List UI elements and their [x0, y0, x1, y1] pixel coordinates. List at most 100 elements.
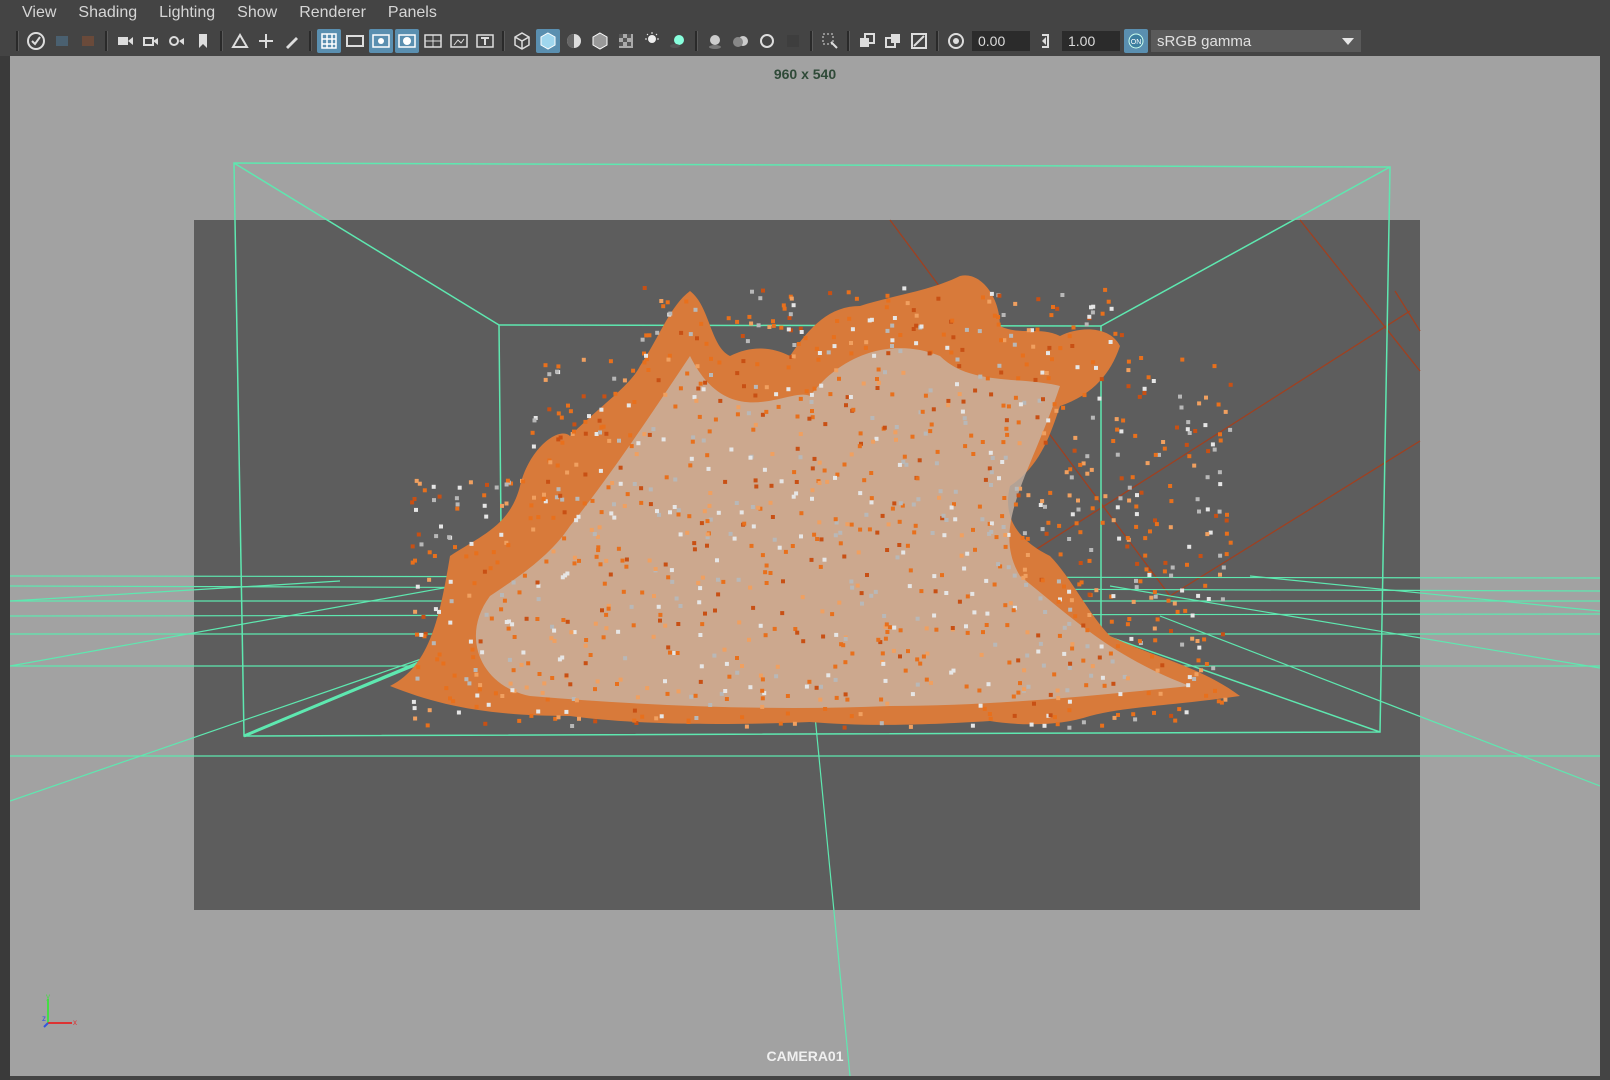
particle: [894, 425, 899, 429]
xray-active-components-icon[interactable]: [881, 29, 905, 53]
isolate-select-icon[interactable]: [818, 29, 842, 53]
menu-shading[interactable]: Shading: [67, 0, 148, 26]
safe-action-icon[interactable]: [447, 29, 471, 53]
bookmark-icon[interactable]: [76, 29, 100, 53]
particle: [1152, 590, 1157, 594]
particle: [692, 541, 697, 546]
camera-icon[interactable]: [113, 29, 137, 53]
exposure-icon[interactable]: [944, 29, 968, 53]
grease-pencil-icon[interactable]: [280, 29, 304, 53]
particle: [647, 333, 652, 338]
view-transform-dropdown[interactable]: sRGB gamma: [1151, 30, 1361, 52]
particle: [529, 503, 534, 508]
particle: [812, 386, 817, 391]
particle: [842, 554, 847, 559]
particle: [1100, 520, 1105, 525]
shadows-icon[interactable]: [666, 29, 690, 53]
particle: [1153, 452, 1158, 457]
camera-attr-icon[interactable]: [165, 29, 189, 53]
particle: [1085, 628, 1090, 633]
film-gate-icon[interactable]: [343, 29, 367, 53]
field-chart-icon[interactable]: [421, 29, 445, 53]
particle: [1062, 625, 1067, 630]
anti-aliasing-icon[interactable]: [755, 29, 779, 53]
gamma-icon[interactable]: [1034, 29, 1058, 53]
menu-panels[interactable]: Panels: [377, 0, 448, 26]
particle: [774, 392, 779, 397]
particle: [972, 610, 977, 615]
particle: [826, 673, 831, 678]
particle: [652, 594, 656, 598]
particle: [908, 724, 913, 729]
wireframe-icon[interactable]: [510, 29, 534, 53]
lights-icon[interactable]: [640, 29, 664, 53]
particle: [1040, 578, 1045, 583]
smooth-shade-icon[interactable]: [536, 29, 560, 53]
gamma-field[interactable]: 1.00: [1062, 31, 1120, 51]
exposure-field[interactable]: 0.00: [972, 31, 1030, 51]
particle: [658, 612, 663, 617]
particle: [898, 654, 902, 659]
particle: [1035, 327, 1040, 332]
particle: [985, 376, 990, 381]
gate-mask-icon[interactable]: [395, 29, 419, 53]
particle: [524, 685, 529, 690]
camera-attributes-icon[interactable]: [50, 29, 74, 53]
particle: [647, 558, 652, 563]
depth-of-field-icon[interactable]: [781, 29, 805, 53]
color-management-toggle-icon[interactable]: ON: [1124, 29, 1148, 53]
motion-blur-icon[interactable]: [729, 29, 753, 53]
particle: [1056, 696, 1061, 701]
particle: [875, 530, 880, 535]
lock-camera-icon[interactable]: [139, 29, 163, 53]
particle: [921, 654, 926, 659]
screen-space-ao-icon[interactable]: [703, 29, 727, 53]
2d-pan-zoom-icon[interactable]: [254, 29, 278, 53]
particle: [910, 434, 915, 439]
particle: [883, 370, 887, 375]
particle: [923, 393, 928, 398]
menu-show[interactable]: Show: [226, 0, 288, 26]
3d-viewport[interactable]: 960 x 540 y z x CAMERA01: [10, 56, 1600, 1076]
particle: [1070, 646, 1075, 651]
particle: [1067, 699, 1072, 704]
xray-icon[interactable]: [855, 29, 879, 53]
particle: [822, 557, 827, 562]
particle: [653, 567, 658, 571]
menu-lighting[interactable]: Lighting: [148, 0, 226, 26]
xray-joints-icon[interactable]: [907, 29, 931, 53]
particle: [814, 685, 819, 690]
particle: [1076, 498, 1080, 503]
particle: [884, 622, 889, 627]
menu-renderer[interactable]: Renderer: [288, 0, 377, 26]
particle: [798, 432, 803, 436]
particle: [779, 479, 784, 484]
particle: [718, 398, 723, 403]
viewport-scene: [10, 162, 1600, 1076]
particle: [565, 470, 570, 475]
particle: [977, 329, 982, 334]
particle: [536, 515, 541, 520]
bookmark-icon-2[interactable]: [191, 29, 215, 53]
particle: [448, 696, 452, 701]
particle: [756, 505, 761, 510]
particle: [1067, 666, 1072, 670]
grid-icon[interactable]: [317, 29, 341, 53]
textured-icon[interactable]: [614, 29, 638, 53]
select-camera-icon[interactable]: [24, 29, 48, 53]
wireframe-on-shaded-icon[interactable]: [588, 29, 612, 53]
particle: [810, 496, 814, 501]
menu-view[interactable]: View: [0, 0, 67, 26]
image-plane-icon[interactable]: [228, 29, 252, 53]
particle: [856, 550, 861, 555]
safe-title-icon[interactable]: [473, 29, 497, 53]
use-default-material-icon[interactable]: [562, 29, 586, 53]
particle: [467, 681, 472, 686]
particle: [709, 373, 713, 377]
particle: [541, 497, 546, 501]
particle: [483, 721, 488, 726]
resolution-gate-icon[interactable]: [369, 29, 393, 53]
particle: [471, 655, 476, 660]
particle: [977, 688, 982, 693]
particle: [818, 697, 823, 702]
